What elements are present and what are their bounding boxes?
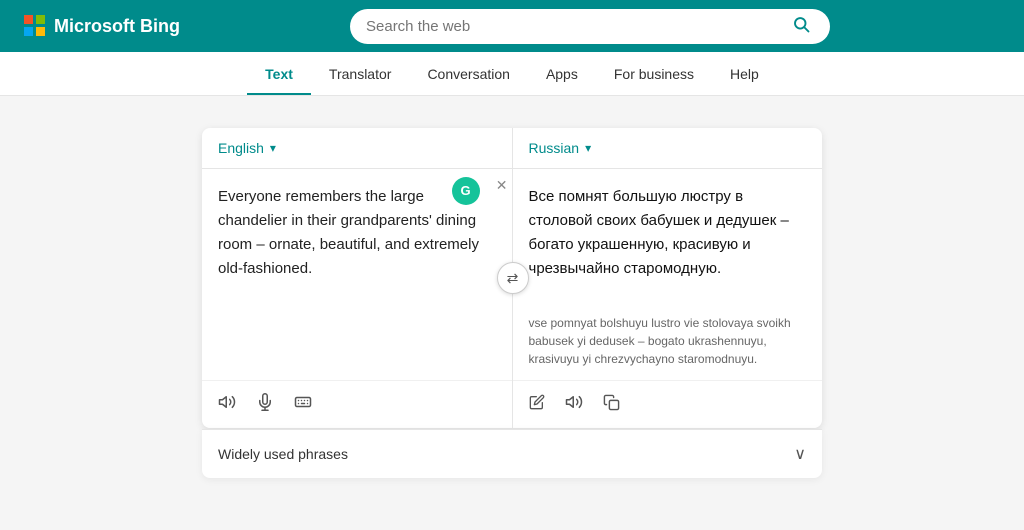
source-text: Everyone remembers the large chandelier … (218, 188, 479, 277)
search-input[interactable] (366, 18, 788, 35)
target-panel: Russian ▾ Все помнят большую люстру в ст… (513, 128, 823, 428)
nav-item-for-business[interactable]: For business (596, 52, 712, 95)
nav-item-conversation[interactable]: Conversation (409, 52, 528, 95)
target-lang-chevron-icon: ▾ (585, 141, 591, 155)
source-speak-button[interactable] (214, 389, 240, 420)
windows-logo-icon (24, 15, 46, 37)
phrases-chevron-icon: ∨ (794, 444, 806, 464)
phrases-label: Widely used phrases (218, 446, 348, 462)
target-copy-button[interactable] (599, 390, 624, 420)
target-panel-header: Russian ▾ (513, 128, 823, 169)
source-mic-button[interactable] (252, 389, 278, 420)
clear-text-button[interactable]: ✕ (496, 177, 508, 194)
translated-text-area: Все помнят большую люстру в столовой сво… (513, 169, 823, 314)
source-panel-header: English ▾ (202, 128, 512, 169)
nav: Text Translator Conversation Apps For bu… (0, 52, 1024, 96)
translator-container: English ▾ G ✕ Everyone remembers the lar… (202, 128, 822, 478)
search-button[interactable] (788, 15, 814, 38)
transliteration-text: vse pomnyat bolshuyu lustro vie stolovay… (513, 314, 823, 380)
widely-used-phrases-bar[interactable]: Widely used phrases ∨ (202, 429, 822, 478)
source-panel-footer (202, 380, 512, 428)
search-bar (180, 9, 1000, 44)
translation-panels: English ▾ G ✕ Everyone remembers the lar… (202, 128, 822, 428)
nav-item-translator[interactable]: Translator (311, 52, 410, 95)
source-lang-chevron-icon: ▾ (270, 141, 276, 155)
main-content: English ▾ G ✕ Everyone remembers the lar… (0, 96, 1024, 510)
source-panel: English ▾ G ✕ Everyone remembers the lar… (202, 128, 513, 428)
source-keyboard-button[interactable] (290, 389, 316, 420)
nav-item-apps[interactable]: Apps (528, 52, 596, 95)
target-panel-footer (513, 380, 823, 428)
source-language-label: English (218, 140, 264, 156)
nav-item-text[interactable]: Text (247, 52, 311, 95)
grammarly-badge: G (452, 177, 480, 205)
target-speak-button[interactable] (561, 389, 587, 420)
nav-item-help[interactable]: Help (712, 52, 777, 95)
swap-languages-button[interactable]: ⇄ (497, 262, 529, 294)
brand-name: Microsoft Bing (54, 16, 180, 37)
source-text-area[interactable]: G ✕ Everyone remembers the large chandel… (202, 169, 512, 380)
target-language-selector[interactable]: Russian ▾ (529, 140, 592, 156)
search-input-wrap (350, 9, 830, 44)
header: Microsoft Bing (0, 0, 1024, 52)
logo[interactable]: Microsoft Bing (24, 15, 180, 37)
source-language-selector[interactable]: English ▾ (218, 140, 276, 156)
translated-text: Все помнят большую люстру в столовой сво… (529, 188, 789, 277)
target-edit-button[interactable] (525, 390, 549, 419)
target-language-label: Russian (529, 140, 580, 156)
